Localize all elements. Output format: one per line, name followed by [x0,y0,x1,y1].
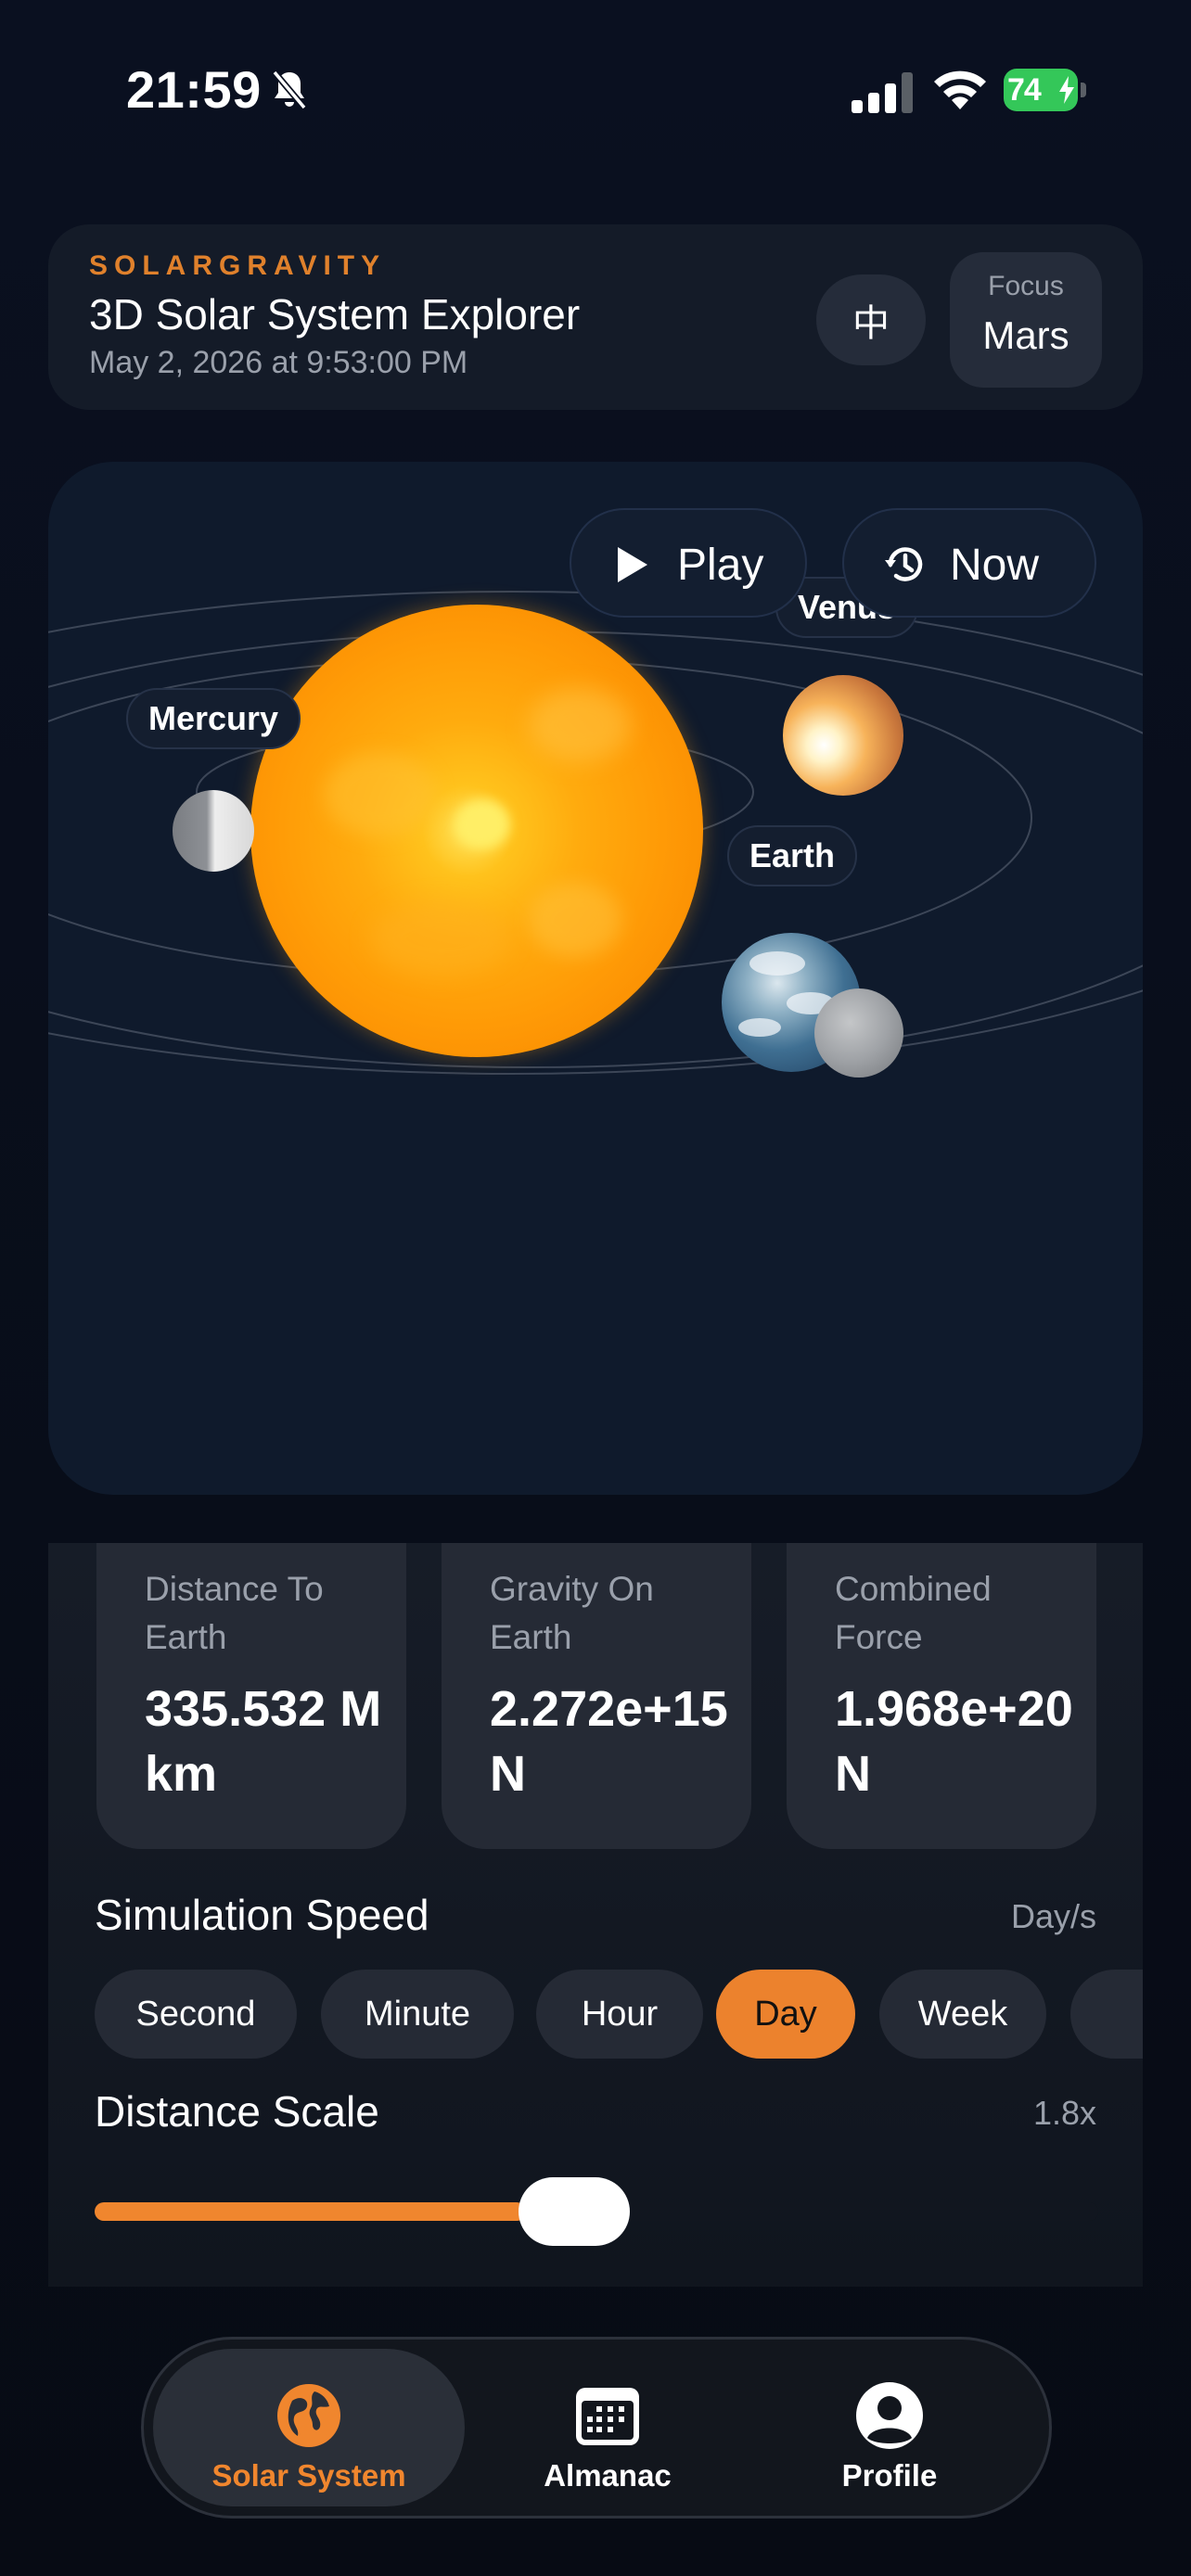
distance-scale-title: Distance Scale [95,2087,379,2136]
stat-card-distance: Distance To Earth 335.532 M km [96,1543,406,1849]
simulation-date: May 2, 2026 at 9:53:00 PM [89,345,468,380]
control-panel: Distance To Earth 335.532 M km Gravity O… [48,1543,1143,2287]
stat-value: 1.968e+20 N [835,1681,1073,1802]
stat-value: 335.532 M km [145,1681,382,1802]
speed-selector[interactable]: Second Minute Hour Day Week [95,1970,1143,2059]
header-card: SOLARGRAVITY 3D Solar System Explorer Ma… [48,224,1143,410]
stat-label: Gravity On Earth [490,1570,654,1656]
tab-label: Almanac [544,2458,672,2493]
now-label: Now [950,541,1040,590]
stat-card-combined-force: Combined Force 1.968e+20 N [787,1543,1096,1849]
tab-solar-system[interactable]: Solar System [153,2349,465,2506]
status-bar: 21:59 74 [0,0,1191,176]
status-time: 21:59 [126,60,262,119]
play-icon [618,547,647,582]
speed-option-hour[interactable]: Hour [536,1970,703,2059]
battery-charging-icon: 74 [1004,69,1087,111]
page-title: 3D Solar System Explorer [89,290,581,338]
calendar-icon [576,2388,639,2445]
now-button[interactable]: Now [842,508,1096,618]
app-screen: 21:59 74 SOLARGRAVITY 3D Solar System Ex… [0,0,1191,2576]
tab-bar: Solar System Almanac Profile [141,2337,1052,2519]
slider-fill [95,2202,526,2221]
wifi-icon [934,70,986,109]
stat-label: Combined Force [835,1570,992,1656]
simulation-speed-title: Simulation Speed [95,1891,429,1939]
distance-scale-value: 1.8x [1032,2094,1096,2132]
brand-name: SOLARGRAVITY [89,250,387,281]
simulation-speed-unit: Day/s [1010,1897,1096,1935]
tab-almanac[interactable]: Almanac [472,2349,743,2506]
sun[interactable] [250,605,703,1057]
tab-label: Profile [841,2458,938,2493]
venus[interactable] [783,675,903,796]
speed-option-more[interactable] [1070,1970,1143,2059]
stat-card-gravity: Gravity On Earth 2.272e+15 N [442,1543,751,1849]
stat-value: 2.272e+15 N [490,1681,728,1802]
speed-option-week[interactable]: Week [879,1970,1046,2059]
slider-thumb[interactable] [519,2177,630,2246]
moon[interactable] [814,988,903,1078]
battery-percent: 74 [1007,72,1042,108]
focus-label: Focus [988,271,1064,301]
planet-label-mercury[interactable]: Mercury [126,688,301,749]
clock-history-icon [885,547,923,581]
tab-profile[interactable]: Profile [750,2349,1029,2506]
speed-option-second[interactable]: Second [95,1970,297,2059]
play-label: Play [677,541,764,590]
planet-label-earth[interactable]: Earth [727,825,858,886]
stat-label: Distance To Earth [145,1570,324,1656]
solar-system-viewport[interactable]: Venus Mercury Earth Play Now [48,462,1143,1495]
mercury[interactable] [173,790,254,872]
speed-option-day[interactable]: Day [716,1970,855,2059]
language-toggle-button[interactable]: 中 [816,274,926,365]
globe-icon [277,2384,340,2447]
focus-selector-button[interactable]: Focus Mars [950,252,1102,388]
cellular-signal-icon [852,72,913,113]
bell-slash-icon [272,70,307,110]
speed-option-minute[interactable]: Minute [321,1970,514,2059]
tab-label: Solar System [211,2458,406,2493]
play-button[interactable]: Play [570,508,807,618]
person-circle-icon [856,2382,923,2449]
focus-value: Mars [982,313,1069,357]
